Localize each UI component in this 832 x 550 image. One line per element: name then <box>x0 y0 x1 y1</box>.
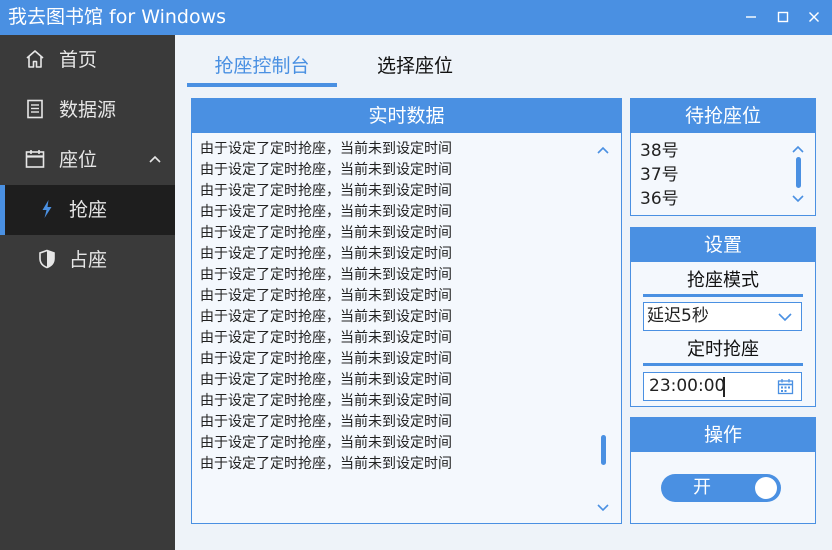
timer-input[interactable]: 23:00:00 <box>643 372 802 401</box>
maximize-icon <box>777 11 789 23</box>
tab-select-seat[interactable]: 选择座位 <box>355 53 475 83</box>
calendar-icon <box>24 148 46 170</box>
seat-list: 38号 37号 36号 <box>640 139 679 211</box>
maximize-button[interactable] <box>771 6 795 28</box>
divider <box>643 294 803 297</box>
window-title: 我去图书馆 for Windows <box>8 6 227 28</box>
tab-console[interactable]: 抢座控制台 <box>187 53 337 83</box>
scroll-up-icon[interactable] <box>597 145 609 155</box>
seat-scrollbar-thumb[interactable] <box>796 157 801 188</box>
log-line: 由于设定了定时抢座，当前未到设定时间 <box>200 393 452 409</box>
log-line: 由于设定了定时抢座，当前未到设定时间 <box>200 225 452 241</box>
sidebar-item-grab-seat[interactable]: 抢座 <box>0 185 175 235</box>
log-line: 由于设定了定时抢座，当前未到设定时间 <box>200 246 452 262</box>
log-line: 由于设定了定时抢座，当前未到设定时间 <box>200 267 452 283</box>
seat-item[interactable]: 36号 <box>640 187 679 211</box>
realtime-data-panel: 实时数据 由于设定了定时抢座，当前未到设定时间 由于设定了定时抢座，当前未到设定时… <box>191 98 622 524</box>
operations-panel: 操作 开 <box>630 417 816 524</box>
close-icon <box>809 12 819 22</box>
seat-item[interactable]: 38号 <box>640 139 679 163</box>
chevron-down-icon <box>778 313 792 322</box>
grab-mode-select[interactable]: 延迟5秒 <box>643 302 802 331</box>
scroll-down-icon[interactable] <box>597 503 609 513</box>
sidebar: 首页 数据源 座位 抢座 占座 <box>0 35 175 550</box>
log-line: 由于设定了定时抢座，当前未到设定时间 <box>200 456 452 472</box>
log-line: 由于设定了定时抢座，当前未到设定时间 <box>200 141 452 157</box>
sidebar-item-label: 首页 <box>59 49 98 71</box>
title-bar: 我去图书馆 for Windows <box>0 0 832 35</box>
main-content: 抢座控制台 选择座位 实时数据 由于设定了定时抢座，当前未到设定时间 由于设定了定… <box>175 35 832 550</box>
close-button[interactable] <box>802 6 826 28</box>
log-line: 由于设定了定时抢座，当前未到设定时间 <box>200 183 452 199</box>
divider <box>643 363 803 366</box>
log-line: 由于设定了定时抢座，当前未到设定时间 <box>200 435 452 451</box>
log-line: 由于设定了定时抢座，当前未到设定时间 <box>200 414 452 430</box>
grab-mode-label: 抢座模式 <box>687 270 759 291</box>
sidebar-item-label: 座位 <box>59 149 98 171</box>
log-line: 由于设定了定时抢座，当前未到设定时间 <box>200 204 452 220</box>
chevron-up-icon <box>149 155 161 163</box>
log-line: 由于设定了定时抢座，当前未到设定时间 <box>200 162 452 178</box>
scroll-down-icon[interactable] <box>792 194 804 204</box>
pending-seats-title: 待抢座位 <box>631 99 815 133</box>
active-tab-indicator <box>187 83 337 87</box>
grab-mode-value: 延迟5秒 <box>647 306 709 326</box>
sidebar-item-seats[interactable]: 座位 <box>0 135 175 185</box>
log-scrollbar-thumb[interactable] <box>601 435 606 465</box>
scroll-up-icon[interactable] <box>792 144 804 154</box>
log-list: 由于设定了定时抢座，当前未到设定时间 由于设定了定时抢座，当前未到设定时间 由于设定… <box>200 139 580 475</box>
log-line: 由于设定了定时抢座，当前未到设定时间 <box>200 351 452 367</box>
log-line: 由于设定了定时抢座，当前未到设定时间 <box>200 309 452 325</box>
timer-label: 定时抢座 <box>687 339 759 360</box>
sidebar-item-datasource[interactable]: 数据源 <box>0 85 175 135</box>
toggle-label: 开 <box>693 477 711 498</box>
sidebar-item-label: 数据源 <box>59 99 117 121</box>
lightning-icon <box>36 198 58 220</box>
grab-toggle-switch[interactable]: 开 <box>661 474 781 502</box>
log-line: 由于设定了定时抢座，当前未到设定时间 <box>200 330 452 346</box>
document-icon <box>24 98 46 120</box>
minimize-icon <box>746 16 756 18</box>
sidebar-item-hold-seat[interactable]: 占座 <box>0 235 175 285</box>
operations-title: 操作 <box>631 418 815 452</box>
settings-panel: 设置 抢座模式 延迟5秒 定时抢座 23:00:00 <box>630 227 816 407</box>
sidebar-item-label: 抢座 <box>69 199 108 221</box>
sidebar-item-label: 占座 <box>69 249 108 271</box>
calendar-icon[interactable] <box>777 378 794 395</box>
timer-value: 23:00:00 <box>649 376 726 396</box>
seat-item[interactable]: 37号 <box>640 163 679 187</box>
toggle-knob <box>755 477 777 499</box>
pending-seats-panel: 待抢座位 38号 37号 36号 <box>630 98 816 216</box>
sidebar-item-home[interactable]: 首页 <box>0 35 175 85</box>
log-line: 由于设定了定时抢座，当前未到设定时间 <box>200 288 452 304</box>
text-caret <box>723 377 725 397</box>
home-icon <box>24 48 46 70</box>
settings-title: 设置 <box>631 228 815 262</box>
realtime-data-title: 实时数据 <box>192 99 621 133</box>
minimize-button[interactable] <box>739 6 763 28</box>
shield-icon <box>36 248 58 270</box>
log-line: 由于设定了定时抢座，当前未到设定时间 <box>200 372 452 388</box>
